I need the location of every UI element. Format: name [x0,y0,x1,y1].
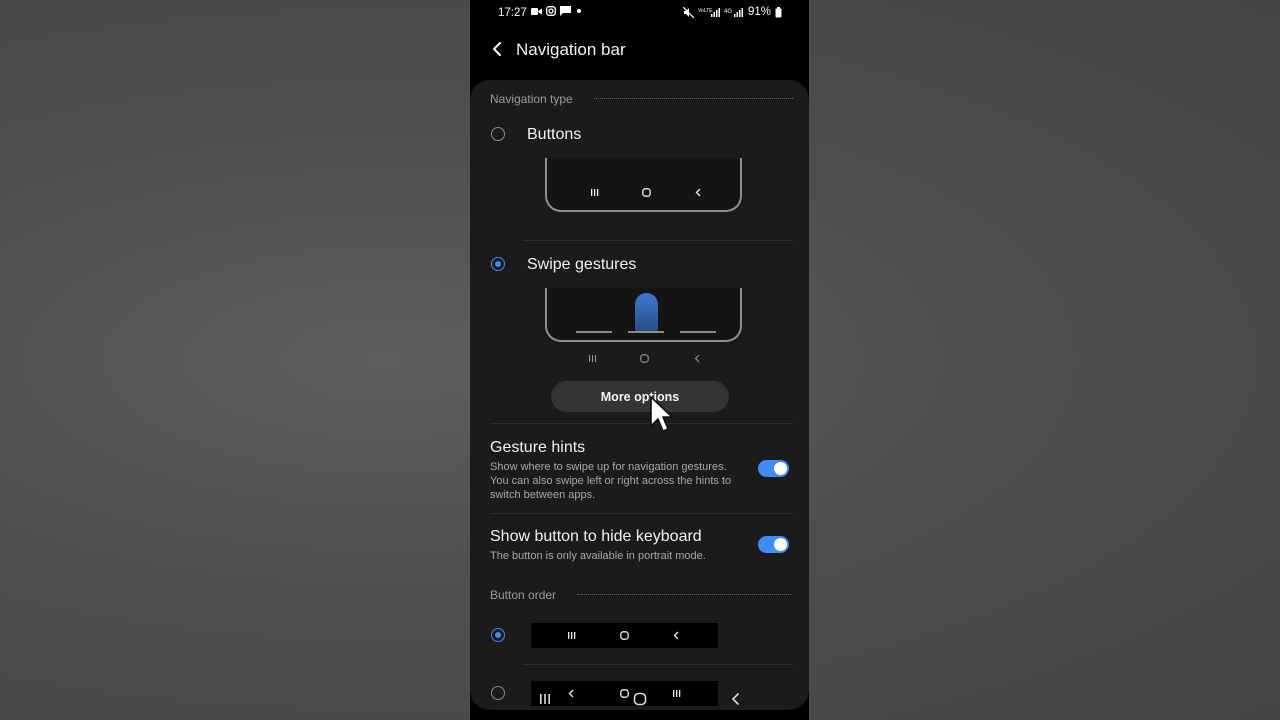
preview-back-icon [695,188,701,197]
nav-home-icon[interactable] [633,692,647,706]
button-order-header-label: Button order [490,588,557,602]
button-order-header: Button order [490,588,556,602]
gesture-hint-right [680,331,716,333]
buttons-preview[interactable] [545,158,742,212]
navigation-type-header: Navigation type [490,92,573,106]
option-buttons-label: Buttons [527,126,582,143]
system-status-icons: VoLTE 4G 91% [682,6,782,18]
order1-home-icon [620,631,629,640]
swipe-gestures-preview[interactable] [545,288,742,342]
instagram-icon [546,6,556,16]
gesture-hint-left [576,331,612,333]
header-dotted-line [594,98,793,99]
page-title: Navigation bar [516,40,626,59]
hide-keyboard-toggle[interactable] [758,536,789,553]
radio-swipe-gestures[interactable] [491,257,505,271]
navigation-type-header-label: Navigation type [490,92,573,106]
video-call-icon [531,7,542,15]
status-time: 17:27 [498,7,527,19]
hide-keyboard-title: Show button to hide keyboard [490,528,702,545]
dot-icon [577,9,581,13]
back-arrow-icon [493,42,501,56]
option-swipe-gestures-label: Swipe gestures [527,256,637,273]
gesture-hints-title: Gesture hints [490,439,586,456]
radio-buttons[interactable] [491,127,505,141]
gesture-hints-toggle[interactable] [758,460,789,477]
gesture-back-icon [694,354,700,363]
battery-icon [775,6,782,17]
button-order-dotted-line [577,594,791,595]
hide-keyboard-description: The button is only available in portrait… [490,550,706,562]
notification-icons [531,6,583,16]
gesture-hint-center [628,331,664,333]
battery-percentage: 91% [747,6,771,18]
option-divider [523,240,793,241]
app-bar: Navigation bar [470,30,809,72]
preview-home-icon [642,188,651,197]
mouse-cursor-icon [650,396,673,432]
system-navigation-bar [470,690,809,714]
status-bar: 17:27 VoLTE 4G 91% [470,0,809,28]
settings-card: Navigation type Buttons Swipe gestures M… [470,80,809,710]
order1-recents-icon [568,632,576,639]
nav-back-icon[interactable] [729,692,743,706]
mute-icon [682,6,694,18]
gesture-hints-description: Show where to swipe up for navigation ge… [490,461,732,501]
order-divider [523,664,793,665]
4g-signal-icon: 4G [724,7,743,17]
swipe-finger-illustration [635,293,658,331]
gesture-recents-icon [589,355,596,362]
order-1-preview [531,623,718,648]
svg-text:4G: 4G [724,9,732,15]
radio-order-1[interactable] [491,628,505,642]
section-divider [490,423,793,424]
preview-recents-icon [591,189,599,196]
more-options-button[interactable]: More options [551,381,729,412]
svg-text:VoLTE: VoLTE [698,8,713,14]
setting-divider [490,513,793,514]
message-icon [560,6,571,16]
nav-recents-icon[interactable] [538,692,552,706]
back-button[interactable] [486,38,508,60]
order1-back-icon [673,631,679,640]
gesture-home-icon [640,354,649,363]
phone-screen: 17:27 VoLTE 4G 91% Navigation bar Naviga… [470,0,809,720]
volte-signal-icon: VoLTE [698,7,720,17]
